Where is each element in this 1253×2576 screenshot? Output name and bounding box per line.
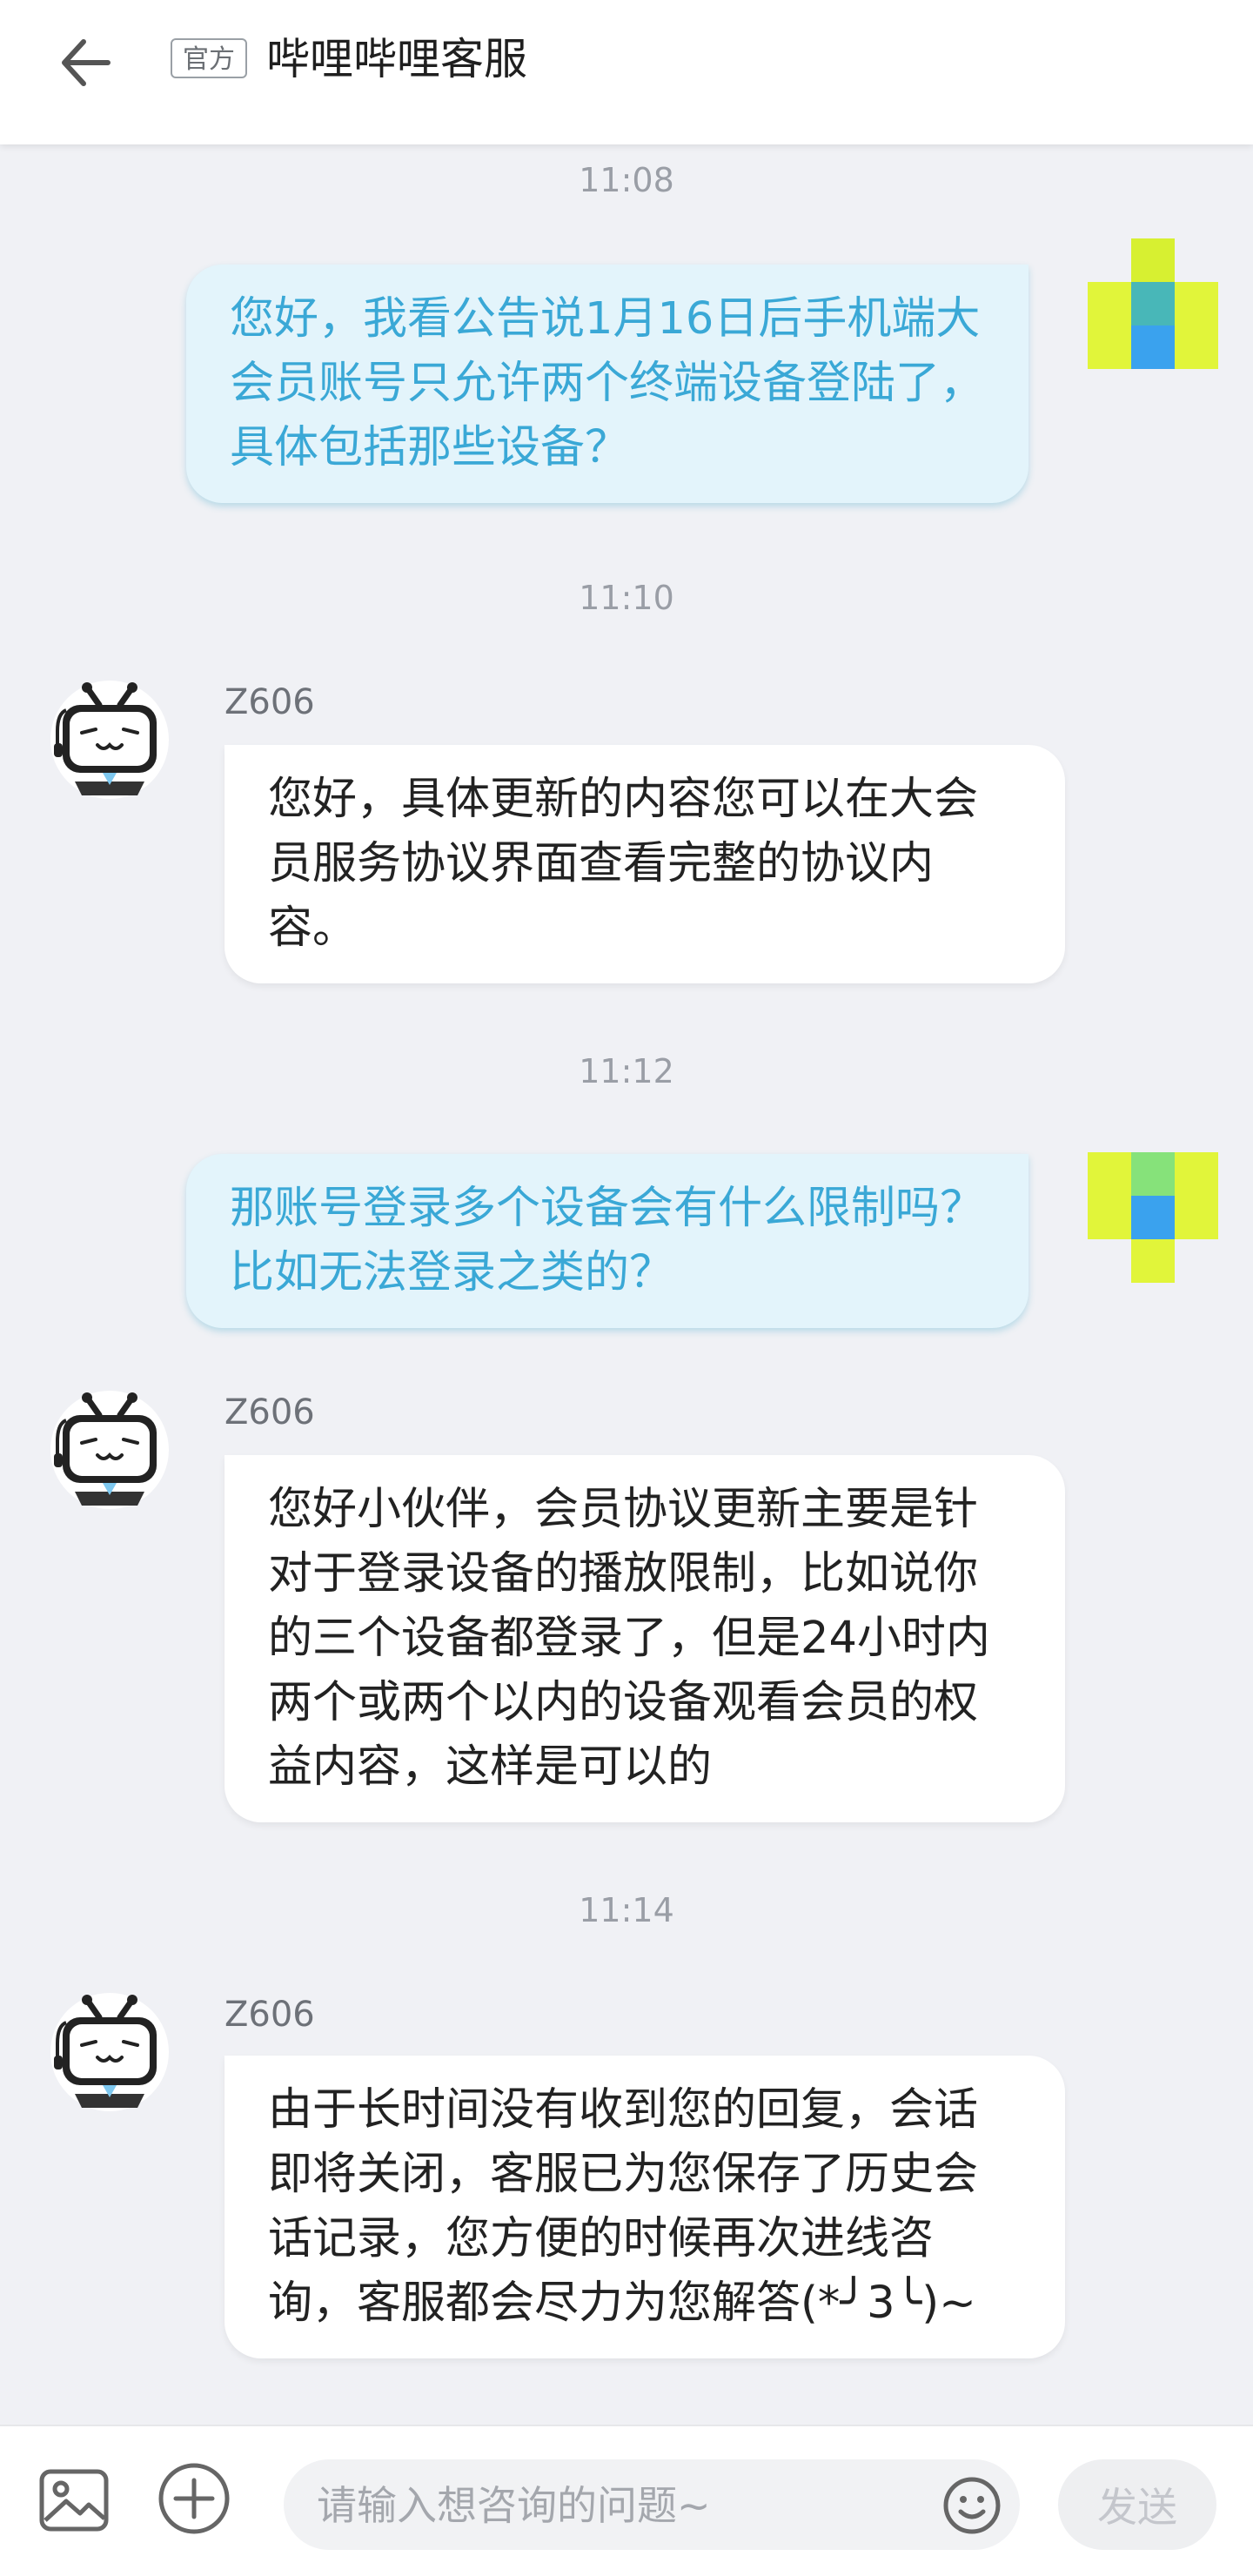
message-input[interactable] [315, 2459, 901, 2552]
plus-circle-icon [158, 2463, 230, 2534]
top-bar: 官方 哔哩哔哩客服 [0, 0, 1253, 144]
emoji-button[interactable] [941, 2475, 1002, 2536]
agent-name: Z606 [224, 1392, 315, 1432]
arrow-left-icon [62, 39, 111, 86]
send-button[interactable]: 发送 [1058, 2459, 1216, 2550]
agent-message-bubble: 由于长时间没有收到您的回复，会话即将关闭，客服已为您保存了历史会话记录，您方便的… [224, 2056, 1065, 2358]
agent-message-bubble: 您好小伙伴，会员协议更新主要是针对于登录设备的播放限制，比如说你的三个设备都登录… [224, 1455, 1065, 1822]
tv-robot-avatar-icon[interactable] [49, 1991, 171, 2113]
add-attachment-button[interactable] [155, 2459, 233, 2538]
user-message-bubble: 您好，我看公告说1月16日后手机端大会员账号只允许两个终端设备登陆了，具体包括那… [186, 265, 1029, 503]
official-badge: 官方 [171, 38, 247, 78]
agent-name: Z606 [224, 682, 315, 722]
agent-message-bubble: 您好，具体更新的内容您可以在大会员服务协议界面查看完整的协议内容。 [224, 745, 1065, 983]
agent-name: Z606 [224, 1995, 315, 2035]
image-button[interactable] [35, 2461, 113, 2539]
user-avatar[interactable] [1088, 238, 1218, 369]
timestamp: 11:12 [579, 1052, 674, 1090]
back-button[interactable] [50, 28, 120, 97]
input-bar: 发送 [0, 2425, 1253, 2576]
tv-robot-avatar-icon[interactable] [49, 1389, 171, 1511]
user-avatar[interactable] [1088, 1152, 1218, 1283]
user-message-bubble: 那账号登录多个设备会有什么限制吗？比如无法登录之类的？ [186, 1154, 1029, 1328]
timestamp: 11:14 [579, 1891, 674, 1929]
image-icon [39, 2469, 109, 2532]
tv-robot-avatar-icon[interactable] [49, 679, 171, 801]
message-input-container [284, 2459, 1020, 2552]
timestamp: 11:10 [579, 579, 674, 617]
timestamp: 11:08 [579, 161, 674, 199]
emoji-icon [943, 2477, 1001, 2534]
page-title: 哔哩哔哩客服 [266, 34, 527, 84]
